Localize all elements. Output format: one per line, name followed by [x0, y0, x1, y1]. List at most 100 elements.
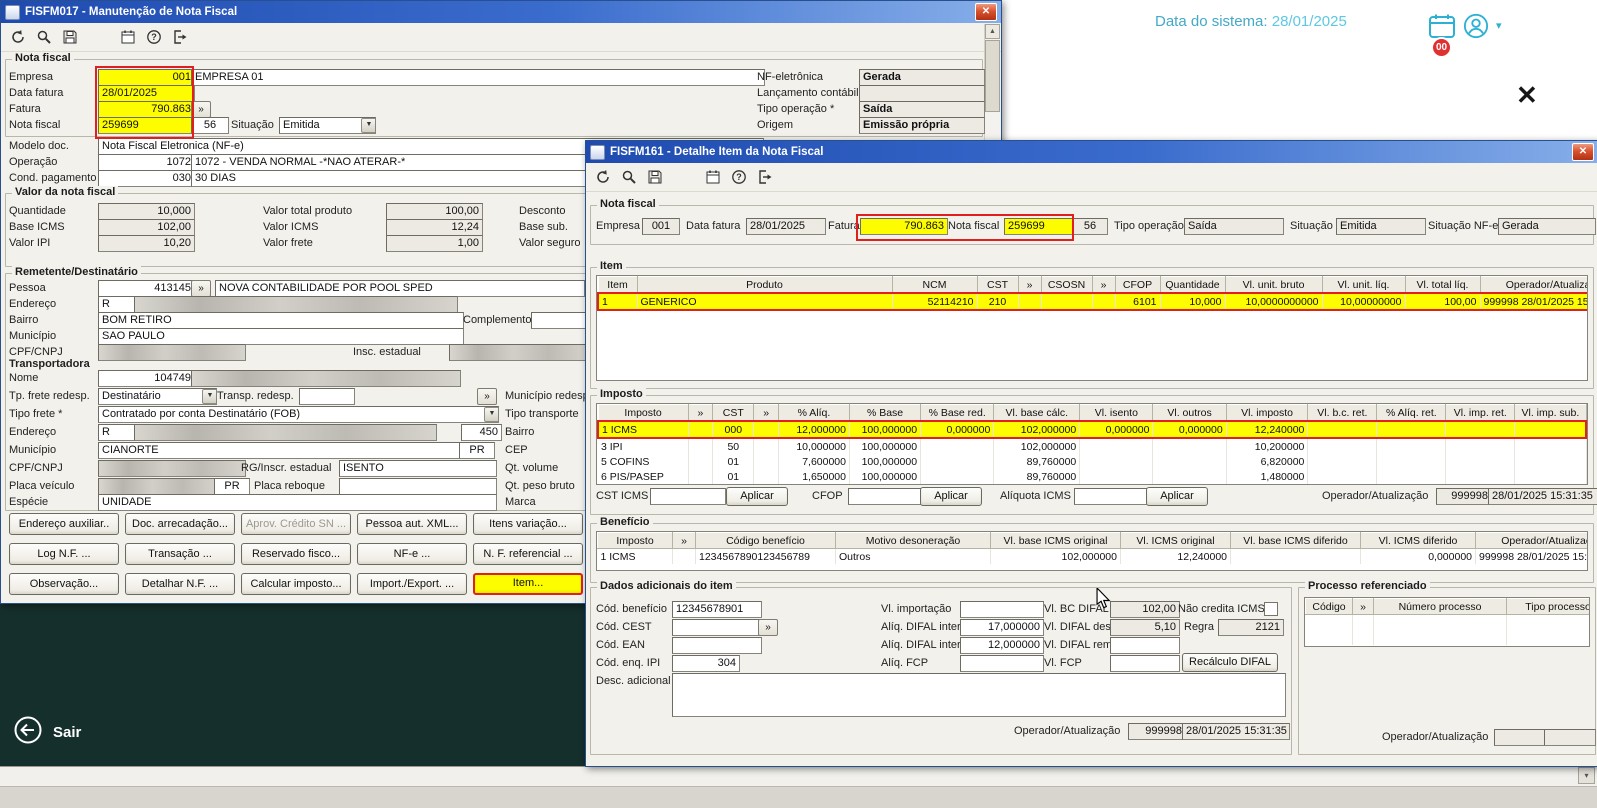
- empresa-nome-field[interactable]: EMPRESA 01: [191, 69, 765, 86]
- undo-icon[interactable]: [592, 166, 614, 188]
- aplicar-aliquota-button[interactable]: Aplicar: [1146, 487, 1208, 506]
- table-row[interactable]: 5 COFINS 01 7,600000 100,000000 89,760000 6,8…: [598, 454, 1587, 469]
- data-fatura-field[interactable]: 28/01/2025: [98, 85, 195, 102]
- municipio2-field[interactable]: CIANORTE: [98, 442, 464, 459]
- situacao-select[interactable]: Emitida ▼: [279, 117, 376, 134]
- transp-redesp-field[interactable]: [299, 388, 355, 405]
- table-row[interactable]: 3 IPI 50 10,000000 100,000000 102,000000 10,2…: [598, 438, 1587, 454]
- item-table[interactable]: Item Produto NCM CST» CSOSN» CFOP Quantidade Vl…: [596, 275, 1588, 381]
- cod-ean-input[interactable]: [672, 637, 762, 654]
- chevron-down-icon[interactable]: ▾: [1496, 19, 1502, 32]
- calendar-icon[interactable]: [702, 166, 724, 188]
- processo-table[interactable]: Código» Número processo Tipo processo: [1304, 597, 1590, 647]
- titlebar-fisfm161[interactable]: FISFM161 - Detalhe Item da Nota Fiscal ✕: [586, 141, 1597, 163]
- close-panel-icon[interactable]: ✕: [1516, 80, 1538, 111]
- aliq-difal-interest-input[interactable]: 12,000000: [960, 637, 1044, 654]
- aplicar-cst-button[interactable]: Aplicar: [726, 487, 788, 506]
- redacted-insc-field[interactable]: [449, 344, 592, 361]
- save-icon[interactable]: [59, 26, 81, 48]
- scroll-down-icon[interactable]: ▾: [1578, 767, 1595, 784]
- redacted-endereco2-field[interactable]: [134, 424, 437, 441]
- log-nf-button[interactable]: Log N.F. ...: [9, 543, 119, 565]
- import-export-button[interactable]: Import./Export. ...: [357, 573, 467, 595]
- empty-row[interactable]: [1305, 630, 1589, 645]
- endereco2-numero-field[interactable]: 450: [461, 424, 502, 441]
- help-icon[interactable]: ?: [143, 26, 165, 48]
- pessoa-lookup-button[interactable]: »: [191, 280, 211, 297]
- sair-button[interactable]: Sair: [14, 716, 81, 748]
- empresa-field[interactable]: 001: [98, 69, 195, 86]
- endereco-tipo-field[interactable]: R: [98, 296, 138, 313]
- redacted-cpf-field[interactable]: [98, 344, 246, 361]
- pessoa-aut-xml-button[interactable]: Pessoa aut. XML...: [357, 513, 467, 535]
- desc-adicional-input[interactable]: [672, 673, 1286, 717]
- transp-redesp-lookup-button[interactable]: »: [477, 388, 497, 405]
- nao-credita-icms-checkbox[interactable]: [1264, 602, 1278, 616]
- table-row[interactable]: 1 ICMS 1234567890123456789 Outros 102,00000…: [597, 548, 1587, 564]
- cest-lookup-button[interactable]: »: [758, 619, 778, 636]
- search-icon[interactable]: [33, 26, 55, 48]
- municipio-field[interactable]: SAO PAULO: [98, 328, 464, 345]
- observacao-button[interactable]: Observação...: [9, 573, 119, 595]
- chevron-down-icon[interactable]: ▼: [361, 118, 375, 133]
- scrollbar-thumb[interactable]: [985, 40, 1000, 112]
- search-icon[interactable]: [618, 166, 640, 188]
- cod-cest-input[interactable]: [672, 619, 762, 636]
- pessoa-field[interactable]: 413145: [98, 280, 195, 297]
- close-icon[interactable]: ✕: [1572, 143, 1594, 161]
- redacted-placa-field[interactable]: [98, 478, 219, 495]
- chevron-down-icon[interactable]: ▼: [202, 389, 216, 404]
- transportadora-cod-field[interactable]: 104749: [98, 370, 195, 387]
- table-row[interactable]: 1 GENERICO 52114210 210 6101 10,000 10,0000000…: [597, 292, 1587, 311]
- vl-fcp-input[interactable]: [1110, 655, 1180, 672]
- chevron-down-icon[interactable]: ▼: [484, 407, 498, 422]
- serie-field[interactable]: 56: [191, 117, 229, 134]
- empty-row[interactable]: [1305, 614, 1589, 630]
- scroll-up-icon[interactable]: ▲: [985, 24, 1000, 39]
- tp-frete-redesp-select[interactable]: Destinatário ▼: [98, 388, 217, 405]
- rg-field[interactable]: ISENTO: [339, 460, 497, 477]
- itens-variacao-button[interactable]: Itens variação...: [473, 513, 583, 535]
- aliq-fcp-input[interactable]: [960, 655, 1044, 672]
- table-row[interactable]: 1 ICMS 000 12,000000 100,000000 0,000000 102,…: [597, 420, 1587, 439]
- table-row[interactable]: 6 PIS/PASEP 01 1,650000 100,000000 89,760000…: [598, 469, 1587, 484]
- nota-fiscal-field[interactable]: 259699: [98, 117, 195, 134]
- endereco-auxiliar-button[interactable]: Endereço auxiliar..: [9, 513, 119, 535]
- fatura-field[interactable]: 790.863: [98, 101, 195, 118]
- nfe-button[interactable]: NF-e ...: [357, 543, 467, 565]
- cond-pagamento-cod-field[interactable]: 030: [98, 170, 195, 187]
- undo-icon[interactable]: [7, 26, 29, 48]
- uf-field[interactable]: PR: [459, 442, 495, 459]
- redacted-endereco-field[interactable]: [134, 296, 458, 313]
- placa-reboque-field[interactable]: [339, 478, 497, 495]
- help-icon[interactable]: ?: [728, 166, 750, 188]
- imposto-table[interactable]: Imposto» CST»% Alíq.% Base% Base red. Vl. …: [596, 403, 1588, 485]
- user-icon[interactable]: [1462, 13, 1490, 42]
- exit-icon[interactable]: [754, 166, 776, 188]
- calendar-icon[interactable]: [117, 26, 139, 48]
- nf-referencial-button[interactable]: N. F. referencial ...: [473, 543, 583, 565]
- transacao-button[interactable]: Transação ...: [125, 543, 235, 565]
- doc-arrecadacao-button[interactable]: Doc. arrecadação...: [125, 513, 235, 535]
- detalhar-nf-button[interactable]: Detalhar N.F. ...: [125, 573, 235, 595]
- aplicar-cfop-button[interactable]: Aplicar: [920, 487, 982, 506]
- close-icon[interactable]: ✕: [975, 3, 997, 21]
- redacted-transportadora-nome-field[interactable]: [191, 370, 461, 387]
- cod-beneficio-input[interactable]: 12345678901: [672, 601, 762, 618]
- operacao-cod-field[interactable]: 1072: [98, 154, 195, 171]
- cod-enq-ipi-input[interactable]: 304: [672, 655, 740, 672]
- vl-difal-remet-input[interactable]: [1110, 637, 1180, 654]
- aliq-difal-interna-input[interactable]: 17,000000: [960, 619, 1044, 636]
- placa-uf-field[interactable]: PR: [214, 478, 250, 495]
- fatura-lookup-button[interactable]: »: [191, 101, 211, 118]
- pessoa-nome-field[interactable]: NOVA CONTABILIDADE POR POOL SPED: [215, 280, 585, 297]
- vl-importacao-input[interactable]: [960, 601, 1044, 618]
- bairro-field[interactable]: BOM RETIRO: [98, 312, 464, 329]
- item-button[interactable]: Item...: [473, 573, 583, 595]
- endereco2-tipo-field[interactable]: R: [98, 424, 138, 441]
- aliquota-icms-input[interactable]: [1074, 488, 1150, 505]
- especie-field[interactable]: UNIDADE: [98, 494, 497, 511]
- horizontal-scrollbar[interactable]: [0, 766, 1597, 786]
- redacted-cpf2-field[interactable]: [98, 460, 246, 477]
- calcular-imposto-button[interactable]: Calcular imposto...: [241, 573, 351, 595]
